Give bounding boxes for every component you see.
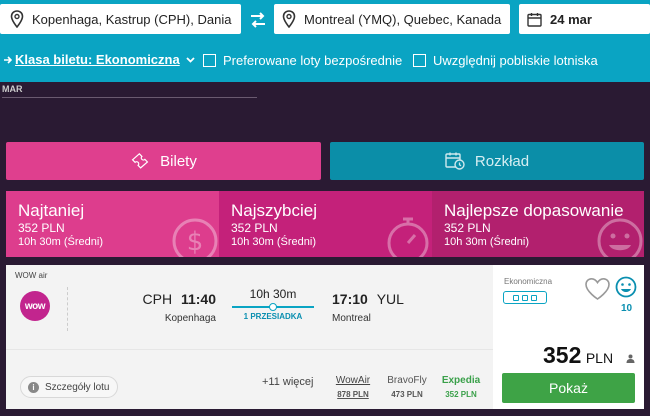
date-value: 24 mar xyxy=(550,11,592,27)
rating-score: 10 xyxy=(621,303,633,314)
duration-value: 10h 30m xyxy=(249,287,297,301)
flight-details-button[interactable]: i Szczegóły lotu xyxy=(20,376,119,398)
flight-details-area[interactable]: WOW air wow CPH 11:40 Kopenhaga 10h 30m … xyxy=(6,265,493,409)
cabin-class: Ekonomiczna xyxy=(504,277,553,286)
divider xyxy=(67,287,68,331)
tab-tickets-label: Bilety xyxy=(160,152,197,170)
origin-value: Kopenhaga, Kastrup (CPH), Dania xyxy=(32,11,232,27)
origin-field[interactable]: Kopenhaga, Kastrup (CPH), Dania xyxy=(0,4,241,34)
nearby-airports-label: Uwzględnij pobliskie lotniska xyxy=(433,53,598,68)
tab-schedule[interactable]: Rozkład xyxy=(330,142,644,180)
provider-wowair[interactable]: WowAir 878 PLN xyxy=(331,375,375,399)
smiley-icon xyxy=(597,218,643,257)
provider-expedia[interactable]: Expedia 352 PLN xyxy=(436,375,486,399)
arrival-city: Montreal xyxy=(332,313,371,324)
stops-count: 1 PRZESIADKA xyxy=(243,312,303,321)
divider xyxy=(6,349,493,350)
provider-price: 352 PLN xyxy=(445,390,477,399)
provider-name: BravoFly xyxy=(387,375,427,386)
cabin-class-label: Klasa biletu: Ekonomiczna xyxy=(15,52,180,67)
route-line xyxy=(232,303,314,311)
provider-price: 878 PLN xyxy=(337,390,369,399)
flight-details-label: Szczegóły lotu xyxy=(45,381,110,393)
ticket-icon xyxy=(131,153,149,169)
smiley-icon xyxy=(615,276,637,298)
stopwatch-icon xyxy=(387,217,429,257)
airline-logo: wow xyxy=(20,291,50,321)
checkbox-box[interactable] xyxy=(203,54,216,67)
month-divider xyxy=(2,97,257,98)
arrow-right-icon xyxy=(4,55,12,64)
location-pin-icon xyxy=(10,10,24,28)
direct-flights-checkbox[interactable]: Preferowane loty bezpośrednie xyxy=(203,53,402,68)
more-providers-link[interactable]: +11 więcej xyxy=(262,376,313,388)
bag-icon xyxy=(531,294,537,301)
calendar-clock-icon xyxy=(445,152,465,170)
checkbox-box[interactable] xyxy=(413,54,426,67)
chevron-down-icon xyxy=(186,56,195,63)
sort-options: Najtaniej 352 PLN 10h 30m (Średni) $ Naj… xyxy=(6,191,644,257)
tab-schedule-label: Rozkład xyxy=(474,152,530,170)
nearby-airports-checkbox[interactable]: Uwzględnij pobliskie lotniska xyxy=(413,53,598,68)
price-panel: Ekonomiczna 10 352 PLN Pokaż xyxy=(493,265,644,409)
price: 352 PLN xyxy=(543,342,613,369)
bag-icon xyxy=(522,294,528,301)
stop-dot xyxy=(269,303,277,311)
heart-icon[interactable] xyxy=(584,277,611,301)
month-label: MAR xyxy=(2,84,23,94)
arrival-time: 17:10 xyxy=(332,291,368,307)
info-icon: i xyxy=(28,381,39,393)
direct-flights-label: Preferowane loty bezpośrednie xyxy=(223,53,403,68)
arrival-code: YUL xyxy=(376,291,404,307)
search-bar: Kopenhaga, Kastrup (CPH), Dania Montreal… xyxy=(0,0,650,82)
location-pin-icon xyxy=(282,10,296,28)
sort-cheapest[interactable]: Najtaniej 352 PLN 10h 30m (Średni) $ xyxy=(6,191,219,257)
departure-code: CPH xyxy=(142,291,173,307)
price-amount: 352 xyxy=(543,342,582,368)
provider-bravofly[interactable]: BravoFly 473 PLN xyxy=(385,375,429,399)
person-icon xyxy=(626,354,635,363)
destination-value: Montreal (YMQ), Quebec, Kanada xyxy=(304,11,502,27)
destination-field[interactable]: Montreal (YMQ), Quebec, Kanada xyxy=(274,4,510,34)
bag-icon xyxy=(513,294,519,301)
flight-duration: 10h 30m 1 PRZESIADKA xyxy=(232,287,314,321)
provider-name: Expedia xyxy=(441,375,481,386)
show-offer-label: Pokaż xyxy=(549,380,588,396)
departure: CPH 11:40 Kopenhaga xyxy=(116,291,217,324)
calendar-icon xyxy=(527,12,542,27)
tab-tickets[interactable]: Bilety xyxy=(6,142,321,180)
price-currency: PLN xyxy=(585,350,614,366)
dollar-coin-icon: $ xyxy=(172,218,218,257)
baggage-icons xyxy=(503,291,547,304)
provider-price: 473 PLN xyxy=(391,390,423,399)
date-field[interactable]: 24 mar xyxy=(519,4,650,34)
airline-name: WOW air xyxy=(15,271,48,280)
arrival: 17:10 YUL Montreal xyxy=(332,291,442,324)
sort-fastest[interactable]: Najszybciej 352 PLN 10h 30m (Średni) xyxy=(219,191,432,257)
departure-city: Kopenhaga xyxy=(164,313,216,324)
provider-name: WowAir xyxy=(335,375,371,386)
show-offer-button[interactable]: Pokaż xyxy=(502,373,635,403)
departure-time: 11:40 xyxy=(180,291,216,307)
flight-result-card: WOW air wow CPH 11:40 Kopenhaga 10h 30m … xyxy=(6,265,644,409)
cabin-class-dropdown[interactable]: Klasa biletu: Ekonomiczna xyxy=(3,52,195,67)
svg-text:$: $ xyxy=(187,227,204,257)
month-strip: MAR xyxy=(0,82,650,138)
swap-icon[interactable] xyxy=(249,11,267,29)
sort-best-match[interactable]: Najlepsze dopasowanie 352 PLN 10h 30m (Ś… xyxy=(432,191,644,257)
